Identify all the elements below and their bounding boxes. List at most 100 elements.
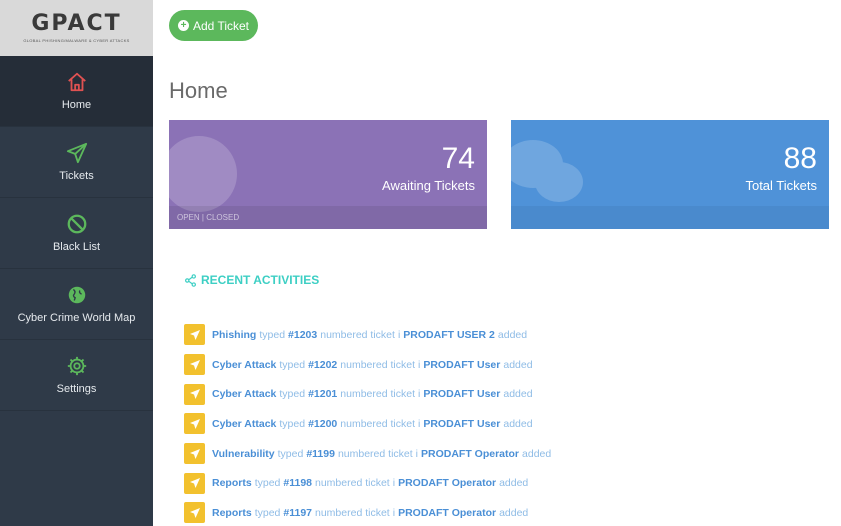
activity-mid-text: numbered ticket [337,447,413,460]
activity-ticket-number[interactable]: #1199 [306,448,335,460]
activity-type[interactable]: Cyber Attack [212,359,276,371]
activity-row[interactable]: Vulnerability typed #1199 numbered ticke… [184,439,824,469]
activity-row[interactable]: Phishing typed #1203 numbered ticket i P… [184,320,824,350]
sidebar-item-label: Home [61,99,92,111]
activity-user[interactable]: PRODAFT User [423,359,500,371]
activity-user[interactable]: PRODAFT Operator [421,448,519,460]
activity-type[interactable]: Reports [212,477,252,489]
activity-type[interactable]: Phishing [212,329,256,341]
card-footer [511,206,829,229]
card-footer[interactable]: OPEN | CLOSED [169,206,487,229]
sidebar-item-tickets[interactable]: Tickets [0,127,153,198]
recent-activities-heading: RECENT ACTIVITIES [184,273,319,287]
sidebar-item-settings[interactable]: Settings [0,340,153,411]
activity-user[interactable]: PRODAFT User [423,388,500,400]
chat-bubbles-icon [511,140,583,202]
paper-plane-icon [184,354,205,376]
activity-row[interactable]: Cyber Attack typed #1202 numbered ticket… [184,350,824,380]
activity-user[interactable]: PRODAFT Operator [398,507,496,519]
activity-ticket-number[interactable]: #1200 [308,418,337,430]
activity-typed: typed [279,388,306,401]
paper-plane-icon [184,413,205,435]
paper-plane-icon [184,324,205,346]
activity-typed: typed [277,447,304,460]
sidebar-item-label: Black List [52,241,101,253]
activity-action: added [497,328,528,341]
activity-action: added [499,506,529,519]
sidebar: GPACT GLOBAL PHISHING/MALWARE & CYBER AT… [0,0,153,526]
activity-user[interactable]: PRODAFT User [423,418,500,430]
recent-activities-title: RECENT ACTIVITIES [201,273,320,287]
logo-text: GPACT [31,11,122,36]
awaiting-tickets-count: 74 [441,142,475,175]
activity-ticket-number[interactable]: #1202 [308,359,337,371]
plus-icon: + [177,20,189,31]
activity-ticket-number[interactable]: #1201 [308,388,337,400]
sidebar-item-cyber-crime-map[interactable]: Cyber Crime World Map [0,269,153,340]
activity-type[interactable]: Vulnerability [212,448,275,460]
total-tickets-label: Total Tickets [745,178,817,193]
activity-typed: typed [279,358,306,371]
activity-action: added [522,447,552,460]
activity-row[interactable]: Cyber Attack typed #1200 numbered ticket… [184,409,824,439]
app-window: GPACT GLOBAL PHISHING/MALWARE & CYBER AT… [0,0,841,526]
total-tickets-count: 88 [783,142,817,175]
sidebar-item-home[interactable]: Home [0,56,153,127]
activity-typed: typed [279,417,306,430]
activity-mid-text: numbered ticket [320,328,395,341]
activity-row[interactable]: Cyber Attack typed #1201 numbered ticket… [184,379,824,409]
activity-ticket-number[interactable]: #1197 [283,507,312,519]
activity-user[interactable]: PRODAFT USER 2 [403,329,495,341]
activity-ticket-number[interactable]: #1198 [283,477,312,489]
activity-action: added [503,417,533,430]
activity-action: added [503,388,533,401]
paper-plane-icon [184,502,205,524]
activity-separator: i [418,388,421,401]
paper-plane-icon [184,443,205,465]
activity-mid-text: numbered ticket [340,358,415,371]
sidebar-item-label: Settings [56,383,97,395]
awaiting-tickets-card[interactable]: 74 Awaiting Tickets OPEN | CLOSED [169,120,487,229]
logo-subtitle: GLOBAL PHISHING/MALWARE & CYBER ATTACKS [23,38,130,43]
sidebar-item-black-list[interactable]: Black List [0,198,153,269]
activity-typed: typed [259,328,286,341]
activity-separator: i [418,417,421,430]
total-tickets-card[interactable]: 88 Total Tickets [511,120,829,229]
activity-separator: i [392,477,396,490]
globe-icon [169,136,237,212]
awaiting-tickets-label: Awaiting Tickets [382,178,475,193]
ban-icon [67,214,86,234]
activity-action: added [503,358,533,371]
globe-icon [68,286,85,304]
share-icon [185,273,196,287]
home-icon [67,72,86,92]
add-ticket-label: Add Ticket [192,18,250,33]
logo[interactable]: GPACT GLOBAL PHISHING/MALWARE & CYBER AT… [0,0,153,56]
activity-type[interactable]: Cyber Attack [212,418,276,430]
activity-type[interactable]: Reports [212,507,252,519]
activity-action: added [499,477,529,490]
paper-plane-icon [66,142,87,164]
activity-ticket-number[interactable]: #1203 [288,329,317,341]
paper-plane-icon [184,472,205,494]
activity-row[interactable]: Reports typed #1197 numbered ticket i PR… [184,498,824,526]
activity-mid-text: numbered ticket [315,506,390,519]
activity-type[interactable]: Cyber Attack [212,388,276,400]
main-content: + Add Ticket Home 74 Awaiting Tickets OP… [153,0,841,526]
sidebar-item-label: Tickets [59,170,94,182]
sidebar-item-label: Cyber Crime World Map [17,312,136,324]
activity-separator: i [392,506,396,519]
activity-separator: i [397,328,401,341]
activity-separator: i [415,447,419,460]
page-title: Home [169,78,228,103]
paper-plane-icon [184,383,205,405]
activity-mid-text: numbered ticket [340,388,415,401]
add-ticket-button[interactable]: + Add Ticket [169,10,258,41]
activity-typed: typed [254,477,281,490]
activity-user[interactable]: PRODAFT Operator [398,477,496,489]
gear-icon [67,356,86,376]
activity-row[interactable]: Reports typed #1198 numbered ticket i PR… [184,468,824,498]
activity-separator: i [418,358,421,371]
activity-mid-text: numbered ticket [340,417,415,430]
activity-mid-text: numbered ticket [315,477,390,490]
